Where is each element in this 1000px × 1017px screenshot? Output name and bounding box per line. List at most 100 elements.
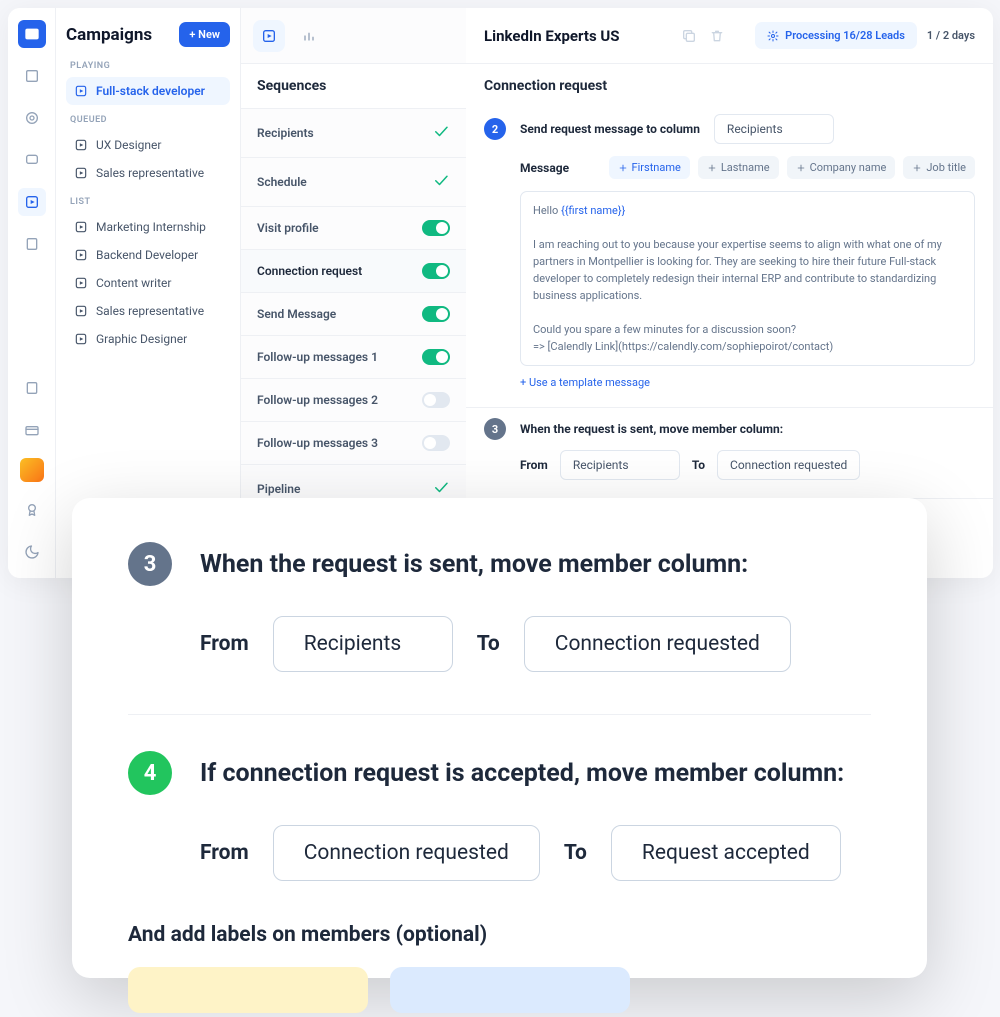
sidebar-section-playing: PLAYING bbox=[70, 61, 226, 71]
token-job title[interactable]: Job title bbox=[903, 156, 975, 179]
app-window: Campaigns + New PLAYING Full-stack devel… bbox=[8, 8, 993, 578]
icon-bar bbox=[8, 8, 56, 578]
plus-icon bbox=[618, 163, 628, 173]
step3-title: When the request is sent, move member co… bbox=[520, 422, 783, 436]
play-icon bbox=[74, 248, 88, 262]
plus-icon bbox=[912, 163, 922, 173]
toggle-on[interactable] bbox=[422, 306, 450, 322]
user-avatar[interactable] bbox=[20, 458, 44, 482]
token-lastname[interactable]: Lastname bbox=[698, 156, 779, 179]
label-chip-blue[interactable] bbox=[390, 967, 630, 1013]
copy-icon[interactable] bbox=[675, 22, 703, 50]
sequence-item[interactable]: Connection request bbox=[241, 250, 466, 293]
sidebar-item[interactable]: Content writer bbox=[66, 269, 230, 297]
sidebar-item-label: Full-stack developer bbox=[96, 84, 205, 98]
nav-badge-icon[interactable] bbox=[18, 496, 46, 524]
step2-column-select[interactable]: Recipients bbox=[714, 114, 834, 144]
days-counter: 1 / 2 days bbox=[927, 29, 975, 42]
zoom-overlay: 3 When the request is sent, move member … bbox=[72, 498, 927, 978]
plus-icon bbox=[796, 163, 806, 173]
overlay-step4-to-select[interactable]: Request accepted bbox=[611, 825, 841, 881]
overlay-step4-title: If connection request is accepted, move … bbox=[200, 759, 844, 788]
overlay-labels-title: And add labels on members (optional) bbox=[128, 923, 871, 947]
play-icon bbox=[74, 84, 88, 98]
sidebar-item[interactable]: Marketing Internship bbox=[66, 213, 230, 241]
sidebar-title: Campaigns bbox=[66, 25, 152, 45]
sequences-header: Sequences bbox=[241, 64, 466, 109]
sidebar-item[interactable]: Backend Developer bbox=[66, 241, 230, 269]
play-icon bbox=[74, 138, 88, 152]
from-label: From bbox=[520, 458, 548, 472]
overlay-to-label: To bbox=[477, 632, 500, 656]
main-panel: LinkedIn Experts US Processing 16/28 Lea… bbox=[466, 8, 993, 578]
sidebar-section-queued: QUEUED bbox=[70, 115, 226, 125]
token-firstname[interactable]: Firstname bbox=[609, 156, 690, 179]
toggle-on[interactable] bbox=[422, 220, 450, 236]
nav-board-icon[interactable] bbox=[18, 62, 46, 90]
overlay-step3-from-select[interactable]: Recipients bbox=[273, 616, 453, 672]
play-icon bbox=[74, 220, 88, 234]
processing-status: Processing 16/28 Leads bbox=[755, 22, 917, 49]
trash-icon[interactable] bbox=[703, 22, 731, 50]
overlay-step3-to-select[interactable]: Connection requested bbox=[524, 616, 791, 672]
check-icon bbox=[432, 478, 450, 500]
sequence-item[interactable]: Follow-up messages 2 bbox=[241, 379, 466, 422]
sidebar: Campaigns + New PLAYING Full-stack devel… bbox=[56, 8, 241, 578]
overlay-step4-from-select[interactable]: Connection requested bbox=[273, 825, 540, 881]
tab-analytics-icon[interactable] bbox=[293, 20, 325, 52]
play-icon bbox=[74, 304, 88, 318]
sequence-item[interactable]: Follow-up messages 1 bbox=[241, 336, 466, 379]
overlay-to-label-4: To bbox=[564, 841, 587, 865]
panel-header: Connection request bbox=[466, 64, 993, 108]
overlay-badge-3: 3 bbox=[128, 542, 172, 586]
app-logo bbox=[18, 20, 46, 48]
sidebar-item-fullstack[interactable]: Full-stack developer bbox=[66, 77, 230, 105]
tab-sequence-icon[interactable] bbox=[253, 20, 285, 52]
to-label: To bbox=[692, 458, 705, 472]
step2-title: Send request message to column bbox=[520, 122, 700, 136]
play-icon bbox=[74, 276, 88, 290]
sidebar-item[interactable]: Graphic Designer bbox=[66, 325, 230, 353]
nav-target-icon[interactable] bbox=[18, 104, 46, 132]
overlay-from-label: From bbox=[200, 632, 249, 656]
campaign-name: LinkedIn Experts US bbox=[484, 27, 675, 45]
message-textarea[interactable]: Hello {{first name}} I am reaching out t… bbox=[520, 191, 975, 366]
message-label: Message bbox=[520, 161, 569, 175]
step-badge-3: 3 bbox=[484, 418, 506, 440]
nav-contacts-icon[interactable] bbox=[18, 374, 46, 402]
gear-icon bbox=[767, 30, 779, 42]
label-chip-yellow[interactable] bbox=[128, 967, 368, 1013]
token-company name[interactable]: Company name bbox=[787, 156, 896, 179]
check-icon bbox=[432, 171, 450, 193]
nav-theme-icon[interactable] bbox=[18, 538, 46, 566]
sidebar-item[interactable]: Sales representative bbox=[66, 159, 230, 187]
nav-billing-icon[interactable] bbox=[18, 416, 46, 444]
toggle-on[interactable] bbox=[422, 263, 450, 279]
nav-chat-icon[interactable] bbox=[18, 146, 46, 174]
sequence-item[interactable]: Recipients bbox=[241, 109, 466, 158]
sidebar-item[interactable]: Sales representative bbox=[66, 297, 230, 325]
nav-doc-icon[interactable] bbox=[18, 230, 46, 258]
overlay-step3-title: When the request is sent, move member co… bbox=[200, 550, 748, 579]
step3-from-select[interactable]: Recipients bbox=[560, 450, 680, 480]
use-template-link[interactable]: + Use a template message bbox=[520, 376, 975, 389]
plus-icon bbox=[707, 163, 717, 173]
check-icon bbox=[432, 122, 450, 144]
sequence-item[interactable]: Send Message bbox=[241, 293, 466, 336]
toggle-off[interactable] bbox=[422, 435, 450, 451]
step-badge-2: 2 bbox=[484, 118, 506, 140]
play-icon bbox=[74, 332, 88, 346]
play-icon bbox=[74, 166, 88, 180]
toggle-on[interactable] bbox=[422, 349, 450, 365]
new-campaign-button[interactable]: + New bbox=[179, 22, 230, 47]
variable-firstname: {{first name}} bbox=[561, 204, 625, 217]
sidebar-item[interactable]: UX Designer bbox=[66, 131, 230, 159]
sequence-item[interactable]: Schedule bbox=[241, 158, 466, 207]
sequence-item[interactable]: Visit profile bbox=[241, 207, 466, 250]
sequence-item[interactable]: Follow-up messages 3 bbox=[241, 422, 466, 465]
overlay-badge-4: 4 bbox=[128, 751, 172, 795]
overlay-from-label-4: From bbox=[200, 841, 249, 865]
nav-campaigns-icon[interactable] bbox=[18, 188, 46, 216]
step3-to-select[interactable]: Connection requested bbox=[717, 450, 860, 480]
toggle-off[interactable] bbox=[422, 392, 450, 408]
